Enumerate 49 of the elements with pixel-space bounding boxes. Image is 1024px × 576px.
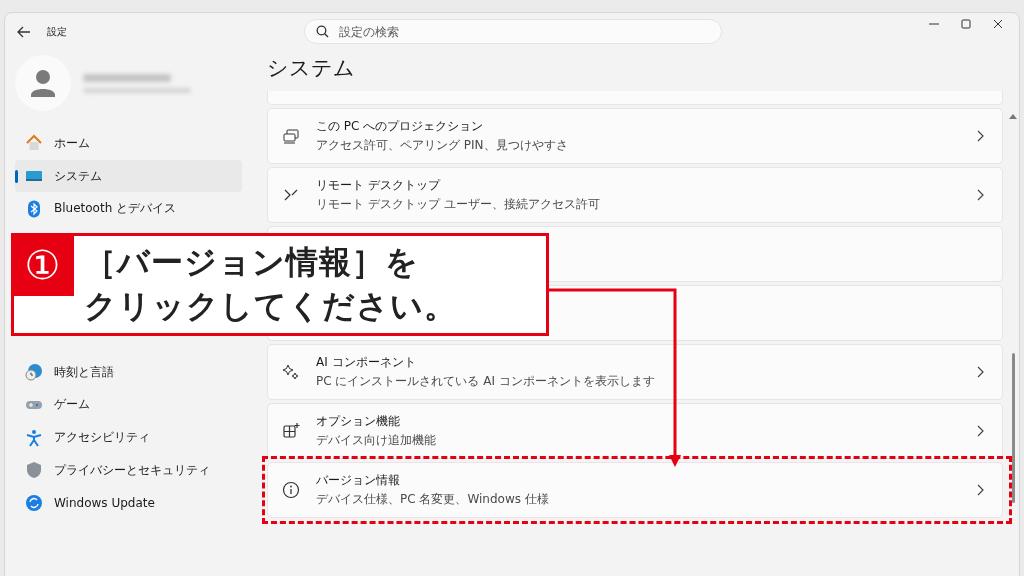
card-description: デバイス仕様、PC 名変更、Windows 仕様: [316, 491, 550, 508]
settings-card[interactable]: この PC へのプロジェクション アクセス許可、ペアリング PIN、見つけやすさ: [267, 108, 1003, 164]
chevron-right-icon: [977, 130, 984, 142]
card-description: デバイス向け追加機能: [316, 432, 437, 449]
shield-icon: [25, 461, 43, 480]
card-description: PC にインストールされている AI コンポーネントを表示します: [316, 373, 656, 390]
settings-card[interactable]: バージョン情報 デバイス仕様、PC 名変更、Windows 仕様: [267, 462, 1003, 518]
back-arrow-icon[interactable]: [17, 26, 31, 38]
house-icon: [25, 134, 43, 153]
sparkle-icon: [282, 363, 300, 381]
sidebar-item[interactable]: ゲーム: [15, 388, 242, 422]
accessibility-icon: [25, 428, 43, 447]
chevron-right-icon: [977, 189, 984, 201]
sidebar-item[interactable]: アクセシビリティ: [15, 421, 242, 454]
settings-card[interactable]: AI コンポーネント PC にインストールされている AI コンポーネントを表示します: [267, 344, 1003, 400]
sidebar-item[interactable]: システム: [15, 159, 242, 193]
settings-card[interactable]: オプション機能 デバイス向け追加機能: [267, 403, 1003, 459]
screens-icon: [282, 127, 300, 145]
instruction-text: ［バージョン情報］を: [84, 242, 420, 283]
sidebar-item[interactable]: プライバシーとセキュリティ: [15, 453, 242, 487]
maximize-icon[interactable]: [961, 19, 971, 29]
card-title: オプション機能: [316, 413, 401, 430]
sidebar-item[interactable]: ホーム: [15, 127, 242, 160]
refresh-icon: [25, 493, 43, 512]
card-title: リモート デスクトップ: [316, 177, 442, 194]
search-field[interactable]: 設定の検索: [304, 19, 722, 44]
sidebar-item[interactable]: Windows Update: [15, 486, 242, 520]
info-icon: [282, 481, 300, 499]
chevron-right-icon: [977, 366, 984, 378]
card-description: アクセス許可、ペアリング PIN、見つけやすさ: [316, 137, 569, 154]
card-title: この PC へのプロジェクション: [316, 118, 485, 135]
bluetooth-icon: [25, 199, 43, 218]
sidebar-item[interactable]: 時刻と言語: [15, 355, 242, 389]
globe-clock-icon: [25, 363, 43, 382]
avatar-icon: [15, 55, 71, 111]
card-title: AI コンポーネント: [316, 354, 417, 371]
chevron-right-icon: [977, 425, 984, 437]
instruction-text: クリックしてください。: [84, 286, 457, 327]
sidebar-item[interactable]: Bluetooth とデバイス: [15, 192, 242, 226]
close-icon[interactable]: [993, 19, 1003, 29]
scroll-up-icon[interactable]: [1009, 113, 1017, 119]
chevron-right-icon: [977, 484, 984, 496]
add-grid-icon: [282, 422, 300, 440]
card-description: リモート デスクトップ ユーザー、接続アクセス許可: [316, 196, 601, 213]
card-title: バージョン情報: [316, 472, 401, 489]
page-title: システム: [267, 55, 356, 82]
step-number: ①: [11, 233, 74, 296]
window-title: 設定: [47, 25, 67, 39]
settings-card[interactable]: リモート デスクトップ リモート デスクトップ ユーザー、接続アクセス許可: [267, 167, 1003, 223]
